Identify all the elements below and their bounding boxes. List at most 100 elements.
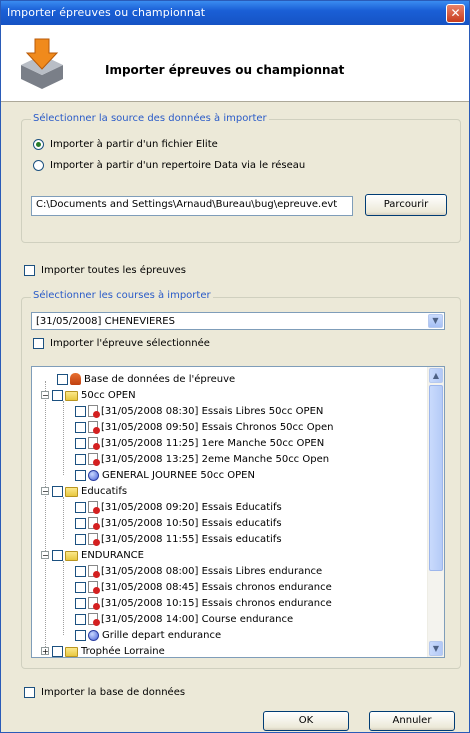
tree-checkbox[interactable] [52,485,63,497]
title-bar[interactable]: Importer épreuves ou championnat ✕ [1,1,469,25]
import-selected-label: Importer l'épreuve sélectionnée [50,338,210,349]
tree-node-label: Trophée Lorraine [81,645,165,657]
race-doc-icon [88,501,100,514]
tree-connector [63,401,64,475]
tree-node-race[interactable]: [31/05/2008 10:50] Essais educatifs [75,515,282,531]
header-title: Importer épreuves ou championnat [105,63,345,77]
file-path-field[interactable]: C:\Documents and Settings\Arnaud\Bureau\… [31,196,353,216]
import-all-checkbox[interactable] [24,265,35,276]
close-button[interactable]: ✕ [446,4,465,23]
race-doc-icon [88,437,100,450]
tree-connector [63,497,64,539]
courses-tree[interactable]: Base de données de l'épreuve − 50cc OPEN… [31,366,445,658]
import-selected-checkbox[interactable] [33,338,44,349]
tree-node-race[interactable]: [31/05/2008 10:15] Essais chronos endura… [75,595,332,611]
tree-node-label: GENERAL JOURNEE 50cc OPEN [102,469,255,481]
import-selected-row[interactable]: Importer l'épreuve sélectionnée [33,338,210,349]
race-doc-icon [88,581,100,594]
tree-node-category[interactable]: + Trophée Lorraine [41,643,165,657]
tree-checkbox[interactable] [75,405,86,417]
tree-checkbox[interactable] [75,629,86,641]
import-all-row[interactable]: Importer toutes les épreuves [24,265,186,276]
collapse-icon[interactable]: − [41,391,49,400]
import-all-label: Importer toutes les épreuves [41,265,186,276]
tree-checkbox[interactable] [52,389,63,401]
tree-node-race[interactable]: [31/05/2008 08:00] Essais Libres enduran… [75,563,322,579]
ranking-globe-icon [88,469,99,481]
tree-node-ranking[interactable]: Grille depart endurance [75,627,221,643]
database-icon [70,373,81,385]
import-db-label: Importer la base de données [41,687,186,698]
scroll-down-button[interactable]: ▼ [429,641,443,656]
cancel-button[interactable]: Annuler [369,711,455,731]
collapse-icon[interactable]: − [41,487,49,496]
tree-checkbox[interactable] [75,437,86,449]
event-select-value: [31/05/2008] CHENEVIERES [36,316,175,327]
source-legend: Sélectionner la source des données à imp… [31,113,269,124]
tree-node-label: [31/05/2008 08:45] Essais chronos endura… [101,581,332,593]
tree-node-label: [31/05/2008 11:55] Essais educatifs [101,533,282,545]
import-db-checkbox[interactable] [24,687,35,698]
tree-checkbox[interactable] [52,645,63,657]
tree-node-race[interactable]: [31/05/2008 11:25] 1ere Manche 50cc OPEN [75,435,324,451]
tree-checkbox[interactable] [75,613,86,625]
browse-button[interactable]: Parcourir [365,194,447,216]
source-groupbox [21,119,461,243]
tree-node-category[interactable]: − Educatifs [41,483,127,499]
tree-node-label: [31/05/2008 09:50] Essais Chronos 50cc O… [101,421,334,433]
tree-node-race[interactable]: [31/05/2008 14:00] Course endurance [75,611,293,627]
tree-node-race[interactable]: [31/05/2008 09:50] Essais Chronos 50cc O… [75,419,333,435]
tree-node-label: [31/05/2008 13:25] 2eme Manche 50cc Open [101,453,330,465]
scroll-thumb[interactable] [429,385,443,571]
tree-node-label: 50cc OPEN [81,389,136,401]
folder-icon [65,646,78,657]
tree-checkbox[interactable] [75,517,86,529]
tree-checkbox[interactable] [75,469,86,481]
tree-node-ranking[interactable]: GENERAL JOURNEE 50cc OPEN [75,467,255,483]
chevron-down-icon[interactable]: ▼ [428,314,443,328]
tree-node-race[interactable]: [31/05/2008 08:45] Essais chronos endura… [75,579,332,595]
radio-network-row[interactable]: Importer à partir d'un repertoire Data v… [33,160,305,171]
tree-checkbox[interactable] [75,421,86,433]
tree-checkbox[interactable] [75,533,86,545]
tree-node-label: [31/05/2008 11:25] 1ere Manche 50cc OPEN [101,437,325,449]
event-select[interactable]: [31/05/2008] CHENEVIERES ▼ [31,312,445,330]
folder-icon [65,390,78,401]
collapse-icon[interactable]: − [41,551,49,560]
radio-file-label: Importer à partir d'un fichier Elite [50,139,218,150]
tree-checkbox[interactable] [75,453,86,465]
tree-node-race[interactable]: [31/05/2008 09:20] Essais Educatifs [75,499,282,515]
race-doc-icon [88,533,100,546]
tree-node-label: Base de données de l'épreuve [84,373,236,385]
tree-scrollbar[interactable]: ▲ ▼ [427,367,444,657]
import-db-row[interactable]: Importer la base de données [24,687,185,698]
folder-icon [65,550,78,561]
radio-file[interactable] [33,139,44,150]
window-title: Importer épreuves ou championnat [7,6,206,19]
race-doc-icon [88,421,100,434]
scroll-up-button[interactable]: ▲ [429,368,443,383]
tree-node-label: ENDURANCE [81,549,144,561]
tree-node-category[interactable]: − 50cc OPEN [41,387,136,403]
expand-icon[interactable]: + [41,647,49,656]
radio-file-row[interactable]: Importer à partir d'un fichier Elite [33,139,218,150]
dialog-header: Importer épreuves ou championnat [1,25,469,102]
tree-node-label: [31/05/2008 14:00] Course endurance [101,613,294,625]
tree-node-race[interactable]: [31/05/2008 11:55] Essais educatifs [75,531,282,547]
tree-checkbox[interactable] [52,549,63,561]
tree-checkbox[interactable] [75,581,86,593]
tree-checkbox[interactable] [57,373,68,385]
tree-node-race[interactable]: [31/05/2008 08:30] Essais Libres 50cc OP… [75,403,323,419]
race-doc-icon [88,597,100,610]
ok-button[interactable]: OK [263,711,349,731]
tree-node-label: [31/05/2008 08:00] Essais Libres enduran… [101,565,323,577]
race-doc-icon [88,565,100,578]
tree-node-category[interactable]: − ENDURANCE [41,547,144,563]
tree-node-label: Educatifs [81,485,128,497]
tree-checkbox[interactable] [75,565,86,577]
radio-network[interactable] [33,160,44,171]
tree-checkbox[interactable] [75,597,86,609]
tree-node-race[interactable]: [31/05/2008 13:25] 2eme Manche 50cc Open [75,451,329,467]
tree-checkbox[interactable] [75,501,86,513]
tree-node-database[interactable]: Base de données de l'épreuve [57,371,235,387]
